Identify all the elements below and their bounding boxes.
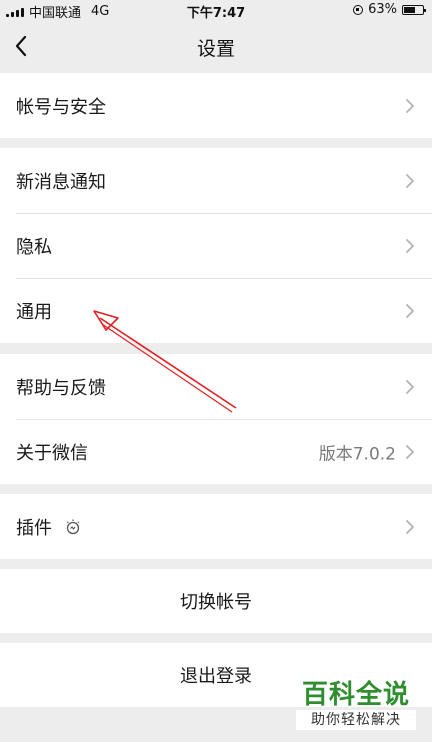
settings-item-label: 关于微信 (16, 442, 88, 464)
status-bar: 中国联通 4G 下午7:47 63% (0, 0, 432, 21)
chevron-right-icon (405, 379, 415, 395)
version-text: 版本7.0.2 (318, 444, 396, 464)
watermark-subtitle: 助你轻松解决 (296, 710, 416, 730)
settings-item-label: 隐私 (16, 236, 52, 258)
battery-icon (402, 4, 426, 15)
settings-group-account: 帐号与安全 (0, 73, 432, 138)
settings-item-account-security[interactable]: 帐号与安全 (0, 73, 432, 138)
plugins-label: 插件 (16, 517, 52, 539)
plugin-bulb-icon (64, 518, 82, 536)
settings-group-general: 新消息通知 隐私 通用 (0, 148, 432, 343)
chevron-right-icon (405, 238, 415, 254)
settings-item-notifications[interactable]: 新消息通知 (0, 148, 432, 213)
settings-item-plugins[interactable]: 插件 (0, 494, 432, 559)
chevron-right-icon (405, 98, 415, 114)
settings-item-help-feedback[interactable]: 帮助与反馈 (0, 354, 432, 419)
switch-account-button[interactable]: 切换帐号 (0, 569, 432, 633)
nav-bar: 设置 (0, 20, 432, 72)
chevron-right-icon (405, 303, 415, 319)
watermark-logo: 百科全说 助你轻松解决 (296, 680, 416, 730)
chevron-right-icon (405, 519, 415, 535)
watermark-title: 百科全说 (301, 680, 410, 710)
battery-fill (404, 6, 416, 13)
settings-item-privacy[interactable]: 隐私 (0, 213, 432, 278)
settings-item-label: 新消息通知 (16, 171, 106, 193)
settings-group-help: 帮助与反馈 关于微信 版本7.0.2 (0, 354, 432, 484)
chevron-right-icon (405, 444, 415, 460)
settings-item-label: 通用 (16, 301, 52, 323)
settings-item-label: 帐号与安全 (16, 96, 106, 118)
settings-item-label: 帮助与反馈 (16, 377, 106, 399)
settings-item-label: 插件 (16, 514, 82, 540)
settings-group-plugins: 插件 (0, 494, 432, 559)
chevron-right-icon (405, 173, 415, 189)
orientation-lock-icon (353, 4, 364, 15)
settings-item-about-wechat[interactable]: 关于微信 版本7.0.2 (0, 419, 432, 484)
status-right: 63% (353, 2, 426, 17)
battery-percent: 63% (368, 2, 397, 17)
page-title: 设置 (196, 38, 235, 60)
settings-item-general[interactable]: 通用 (0, 278, 432, 343)
